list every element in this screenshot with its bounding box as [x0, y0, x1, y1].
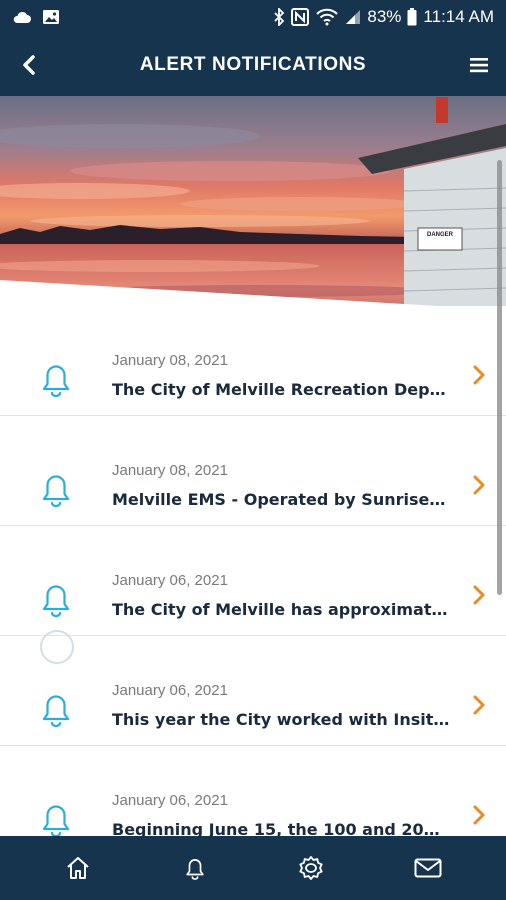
chevron-right-icon — [473, 365, 485, 385]
clock-time: 11:14 AM — [423, 7, 494, 26]
scrollbar[interactable] — [497, 160, 502, 595]
alert-title: This year the City worked with Insitufor… — [112, 710, 450, 729]
status-bar: 83% 11:14 AM — [0, 0, 506, 34]
bluetooth-icon — [273, 8, 285, 26]
alert-date: January 08, 2021 — [112, 352, 228, 369]
nav-services-button[interactable] — [286, 843, 336, 893]
alert-date: January 08, 2021 — [112, 462, 228, 479]
chevron-left-icon — [23, 55, 35, 75]
bottom-nav — [0, 836, 506, 900]
chevron-right-icon — [473, 695, 485, 715]
wifi-icon — [315, 8, 339, 26]
bell-icon — [186, 859, 204, 880]
alert-row[interactable]: January 06, 2021 This year the City work… — [0, 636, 506, 746]
alert-row[interactable]: January 06, 2021 The City of Melville ha… — [0, 526, 506, 636]
menu-button[interactable] — [464, 50, 494, 80]
mail-icon — [414, 858, 442, 878]
bell-icon — [42, 805, 70, 836]
alert-date: January 06, 2021 — [112, 572, 228, 589]
nav-alerts-button[interactable] — [170, 843, 220, 893]
back-button[interactable] — [14, 50, 44, 80]
touch-indicator — [40, 630, 74, 664]
alert-list[interactable]: January 08, 2021 The City of Melville Re… — [0, 306, 506, 836]
danger-sign-text: DANGER — [427, 232, 454, 238]
home-icon — [67, 857, 89, 879]
battery-icon — [407, 8, 417, 26]
image-icon — [42, 9, 60, 25]
bell-icon — [42, 475, 70, 508]
nav-home-button[interactable] — [53, 843, 103, 893]
gear-icon — [299, 856, 323, 880]
alert-date: January 06, 2021 — [112, 682, 228, 699]
nfc-icon — [291, 8, 310, 26]
alert-date: January 06, 2021 — [112, 792, 228, 809]
bell-icon — [42, 695, 70, 728]
battery-percent: 83% — [367, 7, 402, 26]
alert-title: The City of Melville has approximately 4… — [112, 600, 450, 619]
alert-row[interactable]: January 06, 2021 Beginning June 15, the … — [0, 746, 506, 836]
nav-contact-button[interactable] — [403, 843, 453, 893]
alert-title: Beginning June 15, the 100 and 200 bloc — [112, 820, 450, 836]
signal-icon — [345, 9, 361, 25]
app-header: ALERT NOTIFICATIONS — [0, 34, 506, 96]
alert-title: The City of Melville Recreation Departm.… — [112, 380, 450, 399]
alert-title: Melville EMS - Operated by Sunrise Heal.… — [112, 490, 450, 509]
page-title: ALERT NOTIFICATIONS — [139, 54, 367, 75]
bell-icon — [42, 365, 70, 398]
cloud-icon — [12, 10, 32, 24]
status-left-icons — [12, 9, 60, 25]
alert-row[interactable]: January 08, 2021 The City of Melville Re… — [0, 306, 506, 416]
alert-row[interactable]: January 08, 2021 Melville EMS - Operated… — [0, 416, 506, 526]
bell-icon — [42, 585, 70, 618]
chevron-right-icon — [473, 805, 485, 825]
chevron-right-icon — [473, 585, 485, 605]
chevron-right-icon — [473, 475, 485, 495]
hamburger-menu-icon — [470, 58, 488, 73]
status-right-icons: 83% 11:14 AM — [273, 7, 494, 27]
hero-banner-image: DANGER — [0, 96, 506, 336]
